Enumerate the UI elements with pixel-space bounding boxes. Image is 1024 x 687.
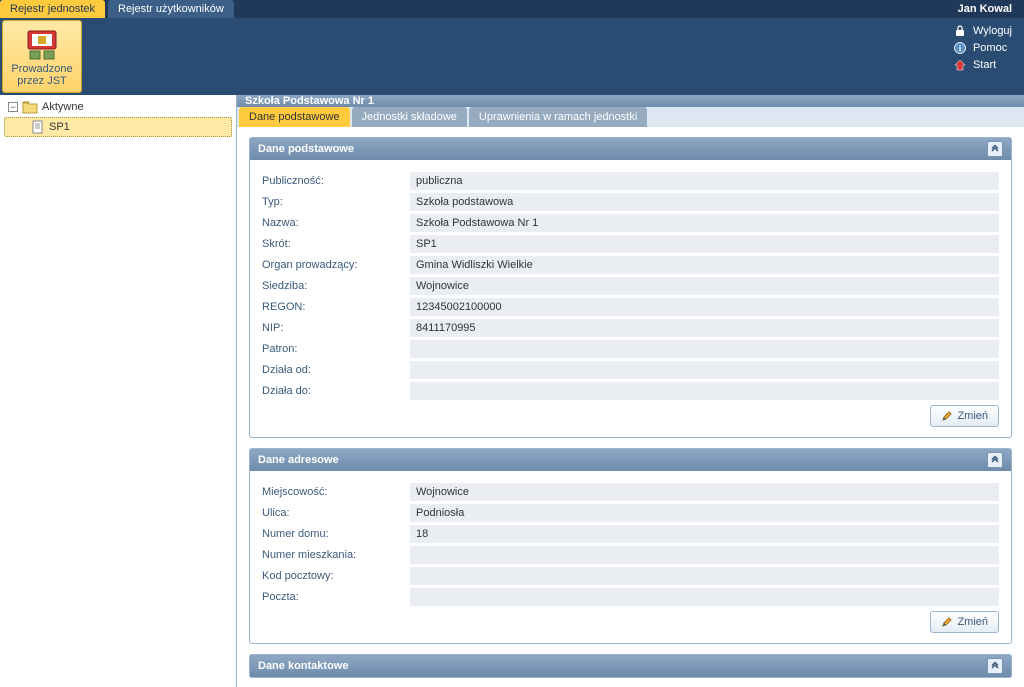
panel-title: Dane adresowe [258,454,339,466]
link-pomoc-label: Pomoc [973,42,1007,54]
field-poczta: Poczta: [262,586,999,607]
field-siedziba: Siedziba:Wojnowice [262,275,999,296]
ribbon-button-label-1: Prowadzone [11,63,72,75]
ribbon-bar: Prowadzone przez JST Wyloguj i Pomoc Sta… [0,18,1024,95]
content-area: Szkoła Podstawowa Nr 1 Dane podstawowe J… [237,95,1024,687]
field-nazwa: Nazwa:Szkoła Podstawowa Nr 1 [262,212,999,233]
user-name: Jan Kowal [958,3,1024,15]
tab-rejestr-jednostek[interactable]: Rejestr jednostek [0,0,105,18]
panel-title: Dane podstawowe [258,143,354,155]
field-publicznosc: Publiczność:publiczna [262,170,999,191]
link-pomoc[interactable]: i Pomoc [953,41,1012,55]
sidebar-tree: − Aktywne SP1 [0,95,237,687]
tree-child-label: SP1 [49,121,70,133]
tab-dane-podstawowe[interactable]: Dane podstawowe [239,107,350,127]
field-regon: REGON:12345002100000 [262,296,999,317]
tab-uprawnienia[interactable]: Uprawnienia w ramach jednostki [469,107,647,127]
panel-dane-podstawowe: Dane podstawowe Publiczność:publiczna Ty… [249,137,1012,438]
document-icon [31,120,45,134]
field-patron: Patron: [262,338,999,359]
tree-root-label: Aktywne [42,101,84,113]
field-numer-domu: Numer domu:18 [262,523,999,544]
home-icon [953,58,967,72]
top-bar: Rejestr jednostek Rejestr użytkowników J… [0,0,1024,18]
tree-root-item[interactable]: − Aktywne [4,97,232,117]
panel-dane-kontaktowe: Dane kontaktowe [249,654,1012,678]
panel-title: Dane kontaktowe [258,660,348,672]
field-typ: Typ:Szkoła podstawowa [262,191,999,212]
edit-address-button[interactable]: Zmień [930,611,999,633]
tab-jednostki-skladowe[interactable]: Jednostki składowe [352,107,467,127]
chevron-up-icon [990,455,1000,465]
field-numer-mieszkania: Numer mieszkania: [262,544,999,565]
field-ulica: Ulica:Podniosła [262,502,999,523]
collapse-icon[interactable]: − [8,102,18,112]
lock-icon [953,24,967,38]
chevron-up-icon [990,661,1000,671]
field-skrot: Skrót:SP1 [262,233,999,254]
field-organ: Organ prowadzący:Gmina Widliszki Wielkie [262,254,999,275]
info-icon: i [953,41,967,55]
link-start-label: Start [973,59,996,71]
field-dziala-do: Działa do: [262,380,999,401]
folder-icon [22,100,38,114]
field-nip: NIP:8411170995 [262,317,999,338]
content-tabs: Dane podstawowe Jednostki składowe Upraw… [237,107,1024,127]
ribbon-button-label-2: przez JST [17,75,67,87]
collapse-panel-button[interactable] [987,141,1003,157]
tab-rejestr-uzytkownikow[interactable]: Rejestr użytkowników [108,0,234,18]
collapse-panel-button[interactable] [987,658,1003,674]
chevron-up-icon [990,144,1000,154]
ribbon-links: Wyloguj i Pomoc Start [953,18,1024,95]
panel-dane-adresowe: Dane adresowe Miejscowość:Wojnowice Ulic… [249,448,1012,644]
building-icon [24,27,60,63]
field-dziala-od: Działa od: [262,359,999,380]
collapse-panel-button[interactable] [987,452,1003,468]
pencil-icon [941,616,953,628]
link-wyloguj-label: Wyloguj [973,25,1012,37]
content-title: Szkoła Podstawowa Nr 1 [237,95,1024,107]
edit-basic-button[interactable]: Zmień [930,405,999,427]
pencil-icon [941,410,953,422]
link-start[interactable]: Start [953,58,1012,72]
edit-address-label: Zmień [957,616,988,628]
tree-child-item[interactable]: SP1 [4,117,232,137]
field-miejscowosc: Miejscowość:Wojnowice [262,481,999,502]
ribbon-button-prowadzone[interactable]: Prowadzone przez JST [2,20,82,93]
edit-basic-label: Zmień [957,410,988,422]
field-kod-pocztowy: Kod pocztowy: [262,565,999,586]
link-wyloguj[interactable]: Wyloguj [953,24,1012,38]
